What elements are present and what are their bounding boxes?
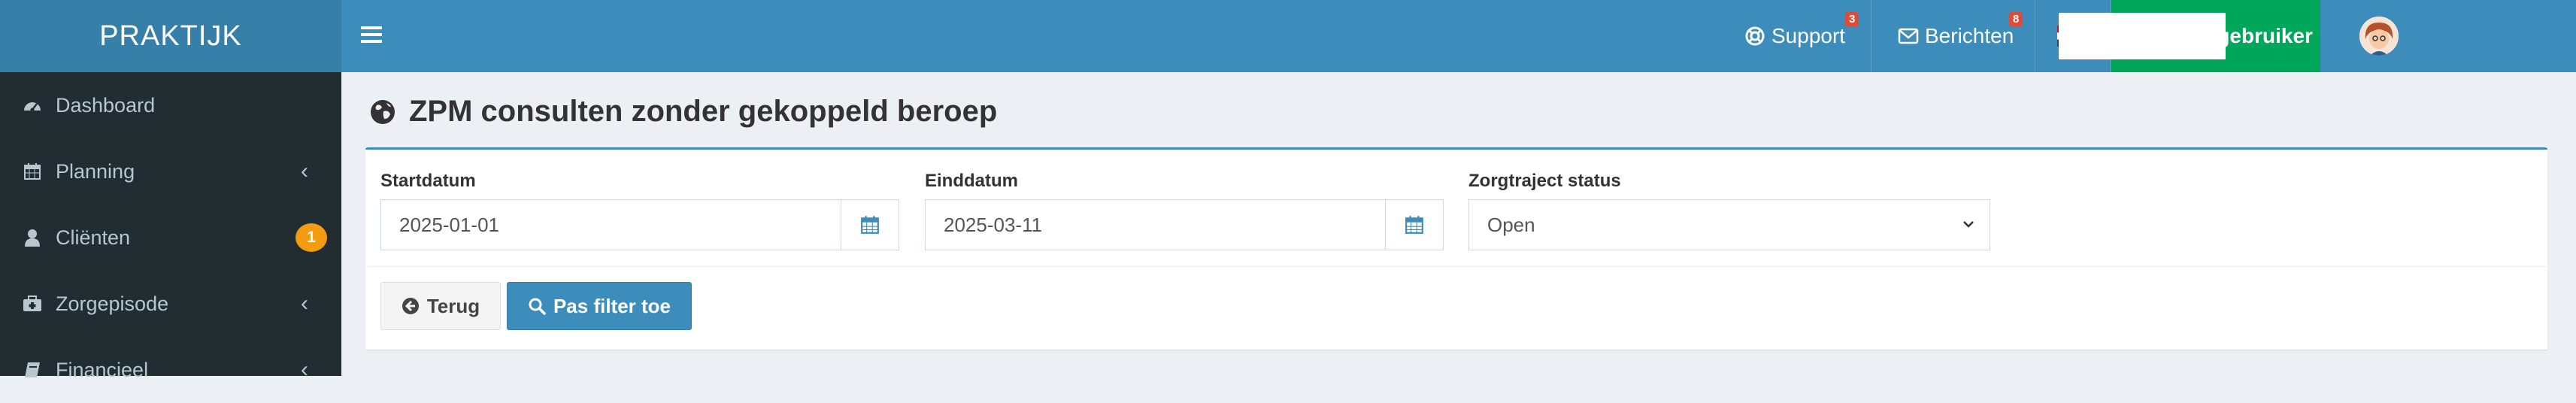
- chevron-left-icon: ‹: [301, 357, 308, 382]
- user-icon: [21, 226, 44, 249]
- search-icon: [529, 298, 546, 315]
- back-button[interactable]: Terug: [380, 282, 501, 330]
- calendar-icon: [21, 160, 44, 183]
- messages-label: Berichten: [1925, 24, 2014, 47]
- page-title-text: ZPM consulten zonder gekoppeld beroep: [409, 95, 998, 128]
- support-link[interactable]: Support: [1744, 0, 1845, 72]
- dashboard-icon: [21, 94, 44, 117]
- sidebar-item-label: Financieel: [56, 358, 149, 381]
- status-label: Zorgtraject status: [1468, 171, 1621, 191]
- divider: [365, 266, 2547, 267]
- chevron-left-icon: ‹: [301, 291, 308, 316]
- brand-name: PRAKTIJK: [99, 20, 242, 52]
- back-button-label: Terug: [426, 294, 480, 317]
- filter-panel: Startdatum 2025-01-01 Einddatum 2025-03-…: [365, 147, 2547, 350]
- support-badge: 3: [1845, 12, 1859, 27]
- book-icon: [21, 359, 44, 381]
- chevron-left-icon: ‹: [301, 159, 308, 183]
- clients-count-badge: 1: [295, 223, 327, 252]
- end-date-value: 2025-03-11: [944, 213, 1043, 236]
- username-box[interactable]: [2059, 13, 2226, 59]
- apply-filter-button[interactable]: Pas filter toe: [507, 282, 692, 330]
- sidebar-item-label: Cliënten: [56, 226, 131, 249]
- start-date-label: Startdatum: [380, 171, 476, 191]
- start-date-value: 2025-01-01: [399, 213, 499, 236]
- start-date-field[interactable]: 2025-01-01: [380, 199, 899, 250]
- top-navbar: Support 3 Berichten 8 Wissel gebruiker: [341, 0, 2576, 72]
- arrow-circle-left-icon: [402, 298, 419, 314]
- calendar-icon[interactable]: [841, 200, 899, 250]
- sidebar-item-label: Dashboard: [56, 93, 156, 117]
- lifebuoy-icon: [1745, 26, 1765, 46]
- sidebar-item-dashboard[interactable]: Dashboard: [0, 72, 341, 138]
- envelope-icon: [1898, 28, 1919, 44]
- sidebar-toggle-icon[interactable]: [361, 23, 382, 50]
- sidebar-item-label: Zorgepisode: [56, 292, 169, 315]
- end-date-label: Einddatum: [925, 171, 1018, 191]
- sidebar-item-zorgepisode[interactable]: Zorgepisode ‹: [0, 271, 341, 337]
- messages-badge: 8: [2009, 12, 2023, 27]
- medkit-icon: [21, 292, 44, 315]
- calendar-icon[interactable]: [1385, 200, 1443, 250]
- user-avatar[interactable]: [2359, 17, 2399, 56]
- sidebar: Dashboard Planning ‹ Cliënten 1 Zorgepis…: [0, 72, 341, 382]
- sidebar-item-planning[interactable]: Planning ‹: [0, 138, 341, 205]
- chevron-down-icon: [1963, 221, 1974, 228]
- sidebar-item-clienten[interactable]: Cliënten 1: [0, 205, 341, 271]
- messages-link[interactable]: Berichten: [1898, 0, 2014, 72]
- globe-icon: [371, 99, 395, 124]
- status-selected-value: Open: [1487, 213, 1535, 236]
- avatar-image: [2359, 17, 2399, 56]
- page-title: ZPM consulten zonder gekoppeld beroep: [370, 95, 997, 129]
- apply-filter-label: Pas filter toe: [553, 294, 671, 317]
- brand-logo[interactable]: PRAKTIJK: [0, 0, 341, 72]
- status-select[interactable]: Open: [1468, 199, 1990, 250]
- sidebar-item-financieel[interactable]: Financieel ‹: [0, 337, 341, 403]
- support-label: Support: [1771, 24, 1846, 47]
- sidebar-item-label: Planning: [56, 159, 135, 183]
- end-date-field[interactable]: 2025-03-11: [925, 199, 1444, 250]
